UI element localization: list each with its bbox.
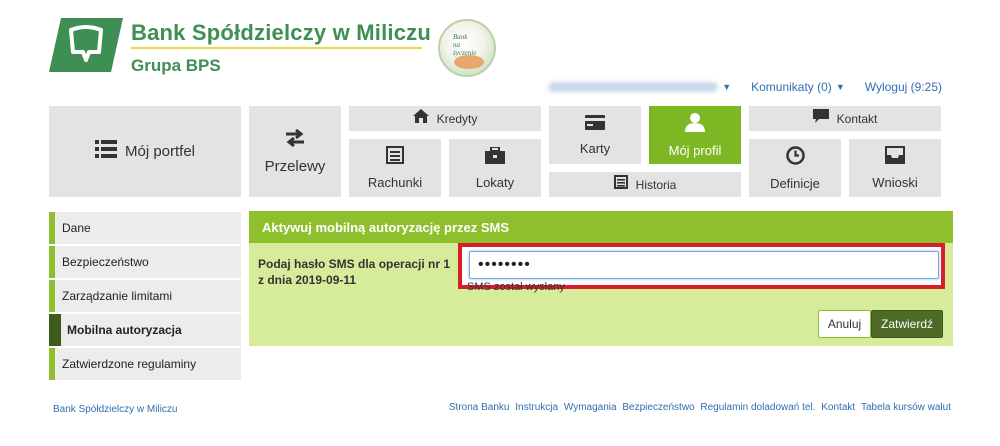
user-icon [685,112,705,137]
chat-bubble-icon [812,109,829,128]
chevron-down-icon: ▼ [835,82,845,92]
tile-rachunki[interactable]: Rachunki [349,139,441,197]
panel-title: Aktywuj mobilną autoryzację przez SMS [249,211,953,243]
sms-authorization-panel: Aktywuj mobilną autoryzację przez SMS Po… [249,211,953,346]
list-icon [94,139,117,164]
bank-name: Bank Spółdzielczy w Miliczu [131,20,432,45]
tile-moj-portfel[interactable]: Mój portfel [49,106,241,197]
footer-link-regulamin[interactable]: Regulamin doladowań tel. [700,402,815,413]
tile-przelewy[interactable]: Przelewy [249,106,341,197]
transfer-arrows-icon [284,128,306,152]
inbox-tray-icon [885,146,905,169]
sidebar-item-bezpieczenstwo[interactable]: Bezpieczeństwo [49,246,241,278]
sms-code-input[interactable] [469,251,939,279]
sms-prompt-label: Podaj hasło SMS dla operacji nr 1 z dnia… [258,257,451,287]
tile-wnioski[interactable]: Wnioski [849,139,941,197]
header-divider [131,47,422,49]
bank-logo [49,18,123,72]
sidebar-item-dane[interactable]: Dane [49,212,241,244]
confirm-button[interactable]: Zatwierdź [871,310,943,338]
footer-link-strona-banku[interactable]: Strona Banku [449,402,510,413]
bank-group: Grupa BPS [131,56,221,75]
footer-links: Strona Banku Instrukcja Wymagania Bezpie… [391,401,951,414]
tile-definicje[interactable]: Definicje [749,139,841,197]
user-menu[interactable]: ▼ [548,82,731,92]
cancel-button[interactable]: Anuluj [818,310,871,338]
document-list-icon [613,175,628,194]
sidebar-item-zarzadzanie-limitami[interactable]: Zarządzanie limitami [49,280,241,312]
footer-link-instrukcja[interactable]: Instrukcja [515,402,558,413]
tile-lokaty[interactable]: Lokaty [449,139,541,197]
blurred-username [548,82,719,92]
footer-link-kontakt[interactable]: Kontakt [821,402,855,413]
badge-text: Bank na życzenie [453,33,477,57]
logout-link[interactable]: Wyloguj (9:25) [865,80,942,94]
document-list-icon [386,146,404,169]
footer-bank-name: Bank Spółdzielczy w Miliczu [53,404,178,415]
tile-karty[interactable]: Karty [549,106,641,164]
sidebar-item-mobilna-autoryzacja[interactable]: Mobilna autoryzacja [49,314,241,346]
briefcase-icon [485,145,505,169]
home-icon [412,109,429,128]
footer-link-bezpieczenstwo[interactable]: Bezpieczeństwo [622,402,694,413]
tile-moj-profil[interactable]: Mój profil [649,106,741,164]
tile-historia[interactable]: Historia [549,172,741,197]
tile-kredyty[interactable]: Kredyty [349,106,541,131]
tile-kontakt[interactable]: Kontakt [749,106,941,131]
credit-card-icon [585,114,605,135]
bank-badge-logo: Bank na życzenie [438,19,496,77]
messages-link[interactable]: Komunikaty (0) ▼ [751,80,845,94]
sidebar-item-zatwierdzone-regulaminy[interactable]: Zatwierdzone regulaminy [49,348,241,380]
chevron-down-icon: ▼ [722,82,732,92]
clock-icon [785,145,805,170]
top-nav: ▼ Komunikaty (0) ▼ Wyloguj (9:25) [548,80,942,94]
sms-sent-note: SMS został wysłany [467,281,565,293]
footer-link-wymagania[interactable]: Wymagania [564,402,617,413]
footer-link-tabela-kursow[interactable]: Tabela kursów walut [861,402,951,413]
